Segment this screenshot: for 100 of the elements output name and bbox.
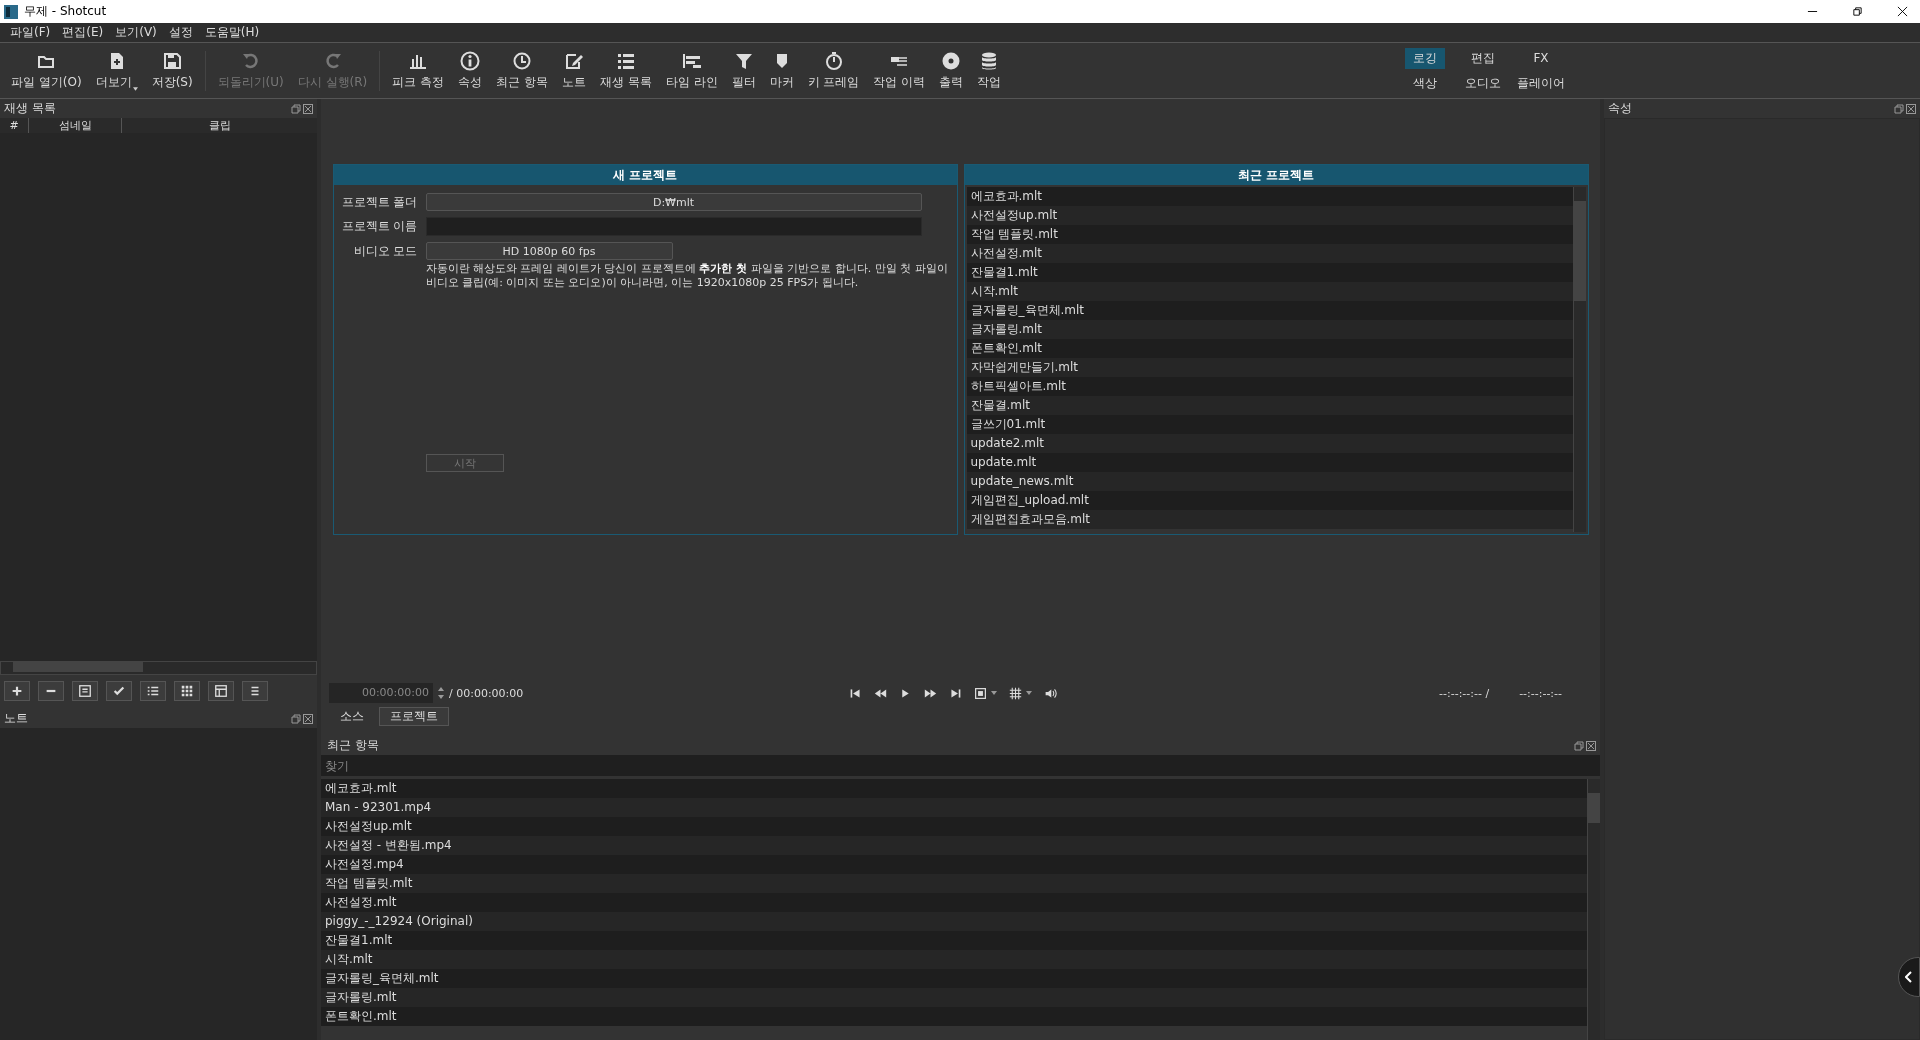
list-item[interactable]: update.mlt [966,453,1573,472]
layout-tab[interactable]: 로깅 [1405,47,1445,69]
stopwatch-icon [823,50,844,71]
list-item[interactable]: 게임편집_upload.mlt [966,491,1573,510]
caret-icon[interactable] [1026,691,1032,695]
menu-item[interactable]: 파일(F) [4,24,57,41]
rewind-icon[interactable] [874,686,887,700]
toolbar-button[interactable]: 출력 [932,50,971,91]
playlist-tool-button[interactable] [38,681,64,701]
check-icon [112,684,126,698]
list-item[interactable]: update_news.mlt [966,472,1573,491]
caret-icon[interactable] [991,691,997,695]
clock-icon [512,50,532,71]
zoom-icon[interactable] [974,686,987,700]
list-item[interactable]: 하트픽셀아트.mlt [966,377,1573,396]
list-item[interactable]: update2.mlt [966,434,1573,453]
list-item[interactable]: 글자롤링.mlt [966,320,1573,339]
menu-item[interactable]: 편집(E) [56,24,110,41]
list-item[interactable]: 글자롤링_육면체.mlt [966,301,1573,320]
float-icon[interactable] [291,713,301,724]
menu-item[interactable]: 보기(V) [109,24,163,41]
list-item[interactable]: 잔물결.mlt [966,396,1573,415]
float-icon[interactable] [291,103,301,114]
timecode-field[interactable]: 00:00:00:00 [329,683,433,703]
list-item[interactable]: 사전설정up.mlt [966,206,1573,225]
layout-tab[interactable]: 색상 [1405,72,1445,94]
panel-header: 새 프로젝트 [333,165,957,185]
list-item[interactable]: 사전설정.mlt [321,893,1587,912]
layout-tab[interactable]: 플레이어 [1517,72,1565,94]
playlist-tool-button[interactable] [4,681,30,701]
list-item[interactable]: 글자롤링_육면체.mlt [321,969,1587,988]
duration-text: / 00:00:00:00 [449,686,524,700]
list-item[interactable]: 에코효과.mlt [321,779,1587,798]
video-mode-dropdown[interactable]: HD 1080p 60 fps [425,242,673,260]
volume-icon[interactable] [1044,686,1057,700]
float-icon[interactable] [1894,103,1904,114]
skip-end-icon[interactable] [949,686,962,700]
layout-tab[interactable]: FX [1521,47,1561,69]
grid-icon[interactable] [1009,686,1022,700]
list-item[interactable]: 시작.mlt [321,950,1587,969]
toolbar-button[interactable]: 마커 [762,50,801,91]
toolbar-button[interactable]: 피크 측정 [385,50,452,91]
list-item[interactable]: 사전설정.mlt [966,244,1573,263]
toolbar-button[interactable]: 파일 열기(O) [4,50,89,91]
list-item[interactable]: 잔물결1.mlt [966,263,1573,282]
playlist-tool-button[interactable] [174,681,200,701]
playlist-tool-button[interactable] [140,681,166,701]
close-icon[interactable] [1897,6,1908,17]
float-icon[interactable] [1574,740,1584,751]
panel-header: 최근 프로젝트 [964,165,1588,185]
list-item[interactable]: 자막쉽게만들기.mlt [966,358,1573,377]
toolbar-button[interactable]: 더보기 [88,50,145,91]
restore-icon[interactable] [1852,6,1863,17]
toolbar-button[interactable]: 저장(S) [144,50,200,91]
list-item[interactable]: piggy_-_12924 (Original) [321,912,1587,931]
list-item[interactable]: 폰트확인.mlt [321,1007,1587,1026]
layout-tab[interactable]: 편집 [1463,47,1503,69]
toolbar-button[interactable]: 작업 이력 [866,50,933,91]
list-item[interactable]: 작업 템플릿.mlt [321,874,1587,893]
scrollbar[interactable] [0,661,317,675]
list-item[interactable]: 폰트확인.mlt [966,339,1573,358]
info-icon [460,50,481,71]
list-item[interactable]: 에코효과.mlt [966,187,1573,206]
toolbar-button[interactable]: 노트 [554,50,593,91]
list-item[interactable]: 사전설정.mp4 [321,855,1587,874]
search-field[interactable]: 찾기 [321,755,1600,776]
disc-icon [941,50,962,71]
description-text: 자동이란 해상도와 프레임 레이트가 당신이 프로젝트에 추가한 첫 파일을 기반으로 합니다. 만일 첫 파일이 비디오 클립(예: 이미지 또는 오디오)이 아니라면, 이는 1920x1080p 25 FPS가 됩니다. [425,262,949,290]
toolbar-button[interactable]: 키 프레임 [800,50,867,91]
spin-arrows-icon[interactable] [437,686,445,700]
list-item[interactable]: Man - 92301.mp4 [321,798,1587,817]
playlist-tool-button[interactable] [106,681,132,701]
playlist-tool-button[interactable] [208,681,234,701]
menu-item[interactable]: 설정 [162,24,199,41]
toolbar-button[interactable]: 타임 라인 [658,50,725,91]
toolbar-button[interactable]: 최근 항목 [489,50,555,91]
toolbar-button[interactable]: 재생 목록 [592,50,659,91]
list-item[interactable]: 시작.mlt [966,282,1573,301]
toolbar-button[interactable]: 필터 [724,50,763,91]
tab[interactable]: 프로젝트 [379,707,449,726]
playlist-tool-button[interactable] [72,681,98,701]
list-item[interactable]: 글쓰기01.mlt [966,415,1573,434]
list-item[interactable]: 글자롤링.mlt [321,988,1587,1007]
menu-item[interactable]: 도움말(H) [198,24,266,41]
panel-title: 속성 [1608,100,1632,117]
toolbar-button[interactable]: 작업 [970,50,1009,91]
toolbar-button[interactable]: 속성 [451,50,490,91]
list-item[interactable]: 사전설정up.mlt [321,817,1587,836]
list-item[interactable]: 작업 템플릿.mlt [966,225,1573,244]
skip-start-icon[interactable] [849,686,862,700]
field-label: 프로젝트 이름 [340,218,418,235]
in-point-text: --:--:--:-- / [1439,686,1490,700]
folder-button[interactable]: D:₩mlt [425,193,922,211]
playlist-tool-button[interactable] [242,681,268,701]
list-item[interactable]: 게임편집효과모음.mlt [966,510,1573,529]
list-item[interactable]: 잔물결1.mlt [321,931,1587,950]
column-header[interactable]: 클립 [122,118,317,133]
layout-tab[interactable]: 오디오 [1463,72,1503,94]
list-item[interactable]: 사전설정 - 변환됨.mp4 [321,836,1587,855]
scrollbar[interactable] [1587,779,1600,1040]
